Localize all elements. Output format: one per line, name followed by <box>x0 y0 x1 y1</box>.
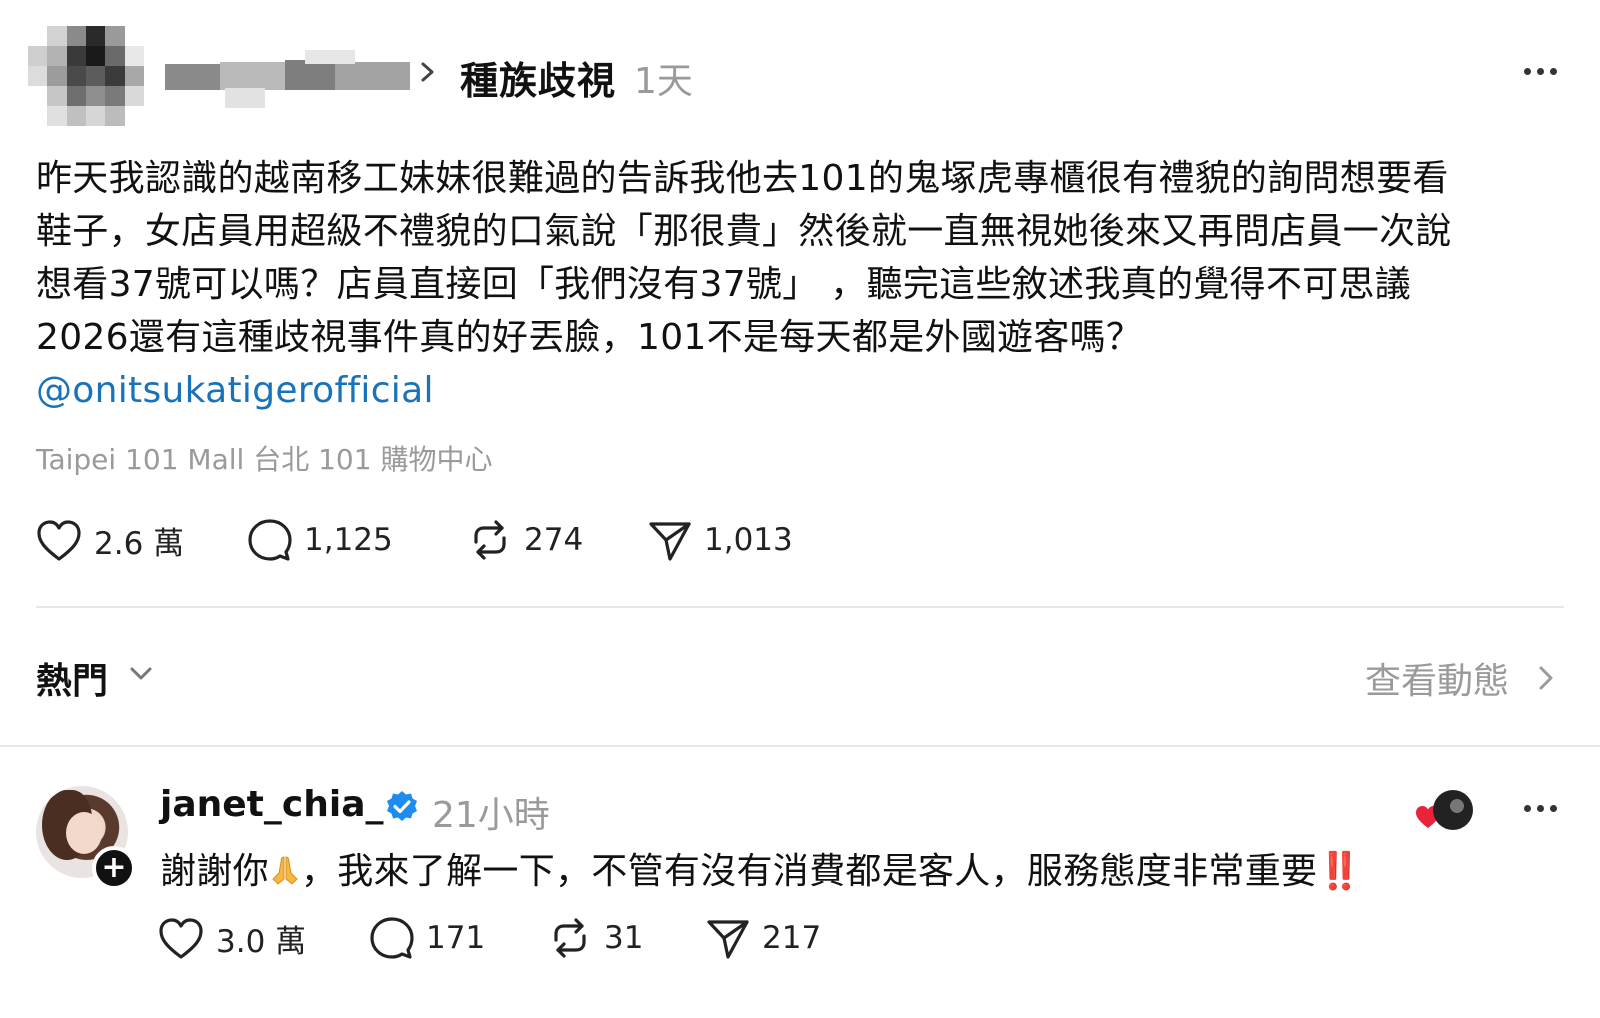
post-body-line: 想看37號可以嗎？店員直接回「我們沒有37號」 ，聽完這些敘述我真的覺得不可思議 <box>36 264 1412 305</box>
repost-icon <box>474 520 506 560</box>
username-blurred[interactable] <box>165 50 410 110</box>
share-count: 1,013 <box>704 522 793 558</box>
comment-button[interactable]: 1,125 <box>248 518 393 562</box>
more-icon[interactable] <box>1519 792 1561 824</box>
reply-text: 謝謝你 ，我來了解一下，不管有沒有消費都是客人，服務態度非常重要‼️ <box>160 842 1362 894</box>
share-button[interactable]: 217 <box>706 916 821 960</box>
comment-icon <box>248 519 292 561</box>
comment-button[interactable]: 171 <box>370 916 485 960</box>
divider <box>0 745 1600 747</box>
comment-icon <box>370 917 414 959</box>
repost-button[interactable]: 31 <box>548 916 643 960</box>
repost-button[interactable]: 274 <box>468 518 583 562</box>
avatar-blurred[interactable] <box>28 26 144 126</box>
like-button[interactable]: 2.6 萬 <box>36 518 184 563</box>
heart-icon <box>37 519 81 561</box>
mention-link[interactable]: @onitsukatigerofficial <box>36 364 1556 417</box>
follow-plus-icon[interactable]: + <box>92 846 136 890</box>
post-body-line: 昨天我認識的越南移工妹妹很難過的告訴我他去101的鬼塚虎專櫃很有禮貌的詢問想要看 <box>36 158 1449 199</box>
post-body-line: 2026還有這種歧視事件真的好丟臉，101不是每天都是外國遊客嗎？ <box>36 317 1143 358</box>
repost-count: 31 <box>604 920 644 956</box>
repost-icon <box>554 918 586 958</box>
like-count: 2.6 萬 <box>94 526 185 562</box>
reply-username[interactable]: janet_chia_ <box>160 784 384 825</box>
share-icon <box>649 522 691 561</box>
reply-time: 21小時 <box>432 795 550 836</box>
chevron-right-icon <box>421 62 434 82</box>
verified-icon <box>387 791 417 821</box>
sort-dropdown[interactable]: 熱門 <box>36 652 108 704</box>
comment-count: 1,125 <box>304 522 393 558</box>
post-time: 1天 <box>634 61 693 102</box>
post-body: 昨天我認識的越南移工妹妹很難過的告訴我他去101的鬼塚虎專櫃很有禮貌的詢問想要看… <box>36 152 1556 417</box>
share-icon <box>707 920 749 959</box>
double-exclamation-emoji: ‼️ <box>1317 851 1363 892</box>
repost-count: 274 <box>524 522 584 558</box>
location-tag[interactable]: Taipei 101 Mall 台北 101 購物中心 <box>36 438 492 478</box>
more-icon[interactable] <box>1519 55 1561 87</box>
comment-count: 171 <box>426 920 486 956</box>
reply-text-part: 謝謝你 <box>160 851 269 892</box>
chevron-down-icon[interactable] <box>128 664 154 682</box>
divider <box>36 606 1564 608</box>
topic-tag[interactable]: 種族歧視 <box>460 50 616 105</box>
heart-icon <box>159 917 203 959</box>
folded-hands-icon <box>272 856 298 885</box>
view-activity-link[interactable]: 查看動態 <box>1365 652 1509 704</box>
post-body-line: 鞋子，女店員用超級不禮貌的口氣說「那很貴」然後就一直無視她後來又再問店員一次說 <box>36 211 1452 252</box>
reply-text-part: ，我來了解一下，不管有沒有消費都是客人，服務態度非常重要 <box>300 851 1318 892</box>
chevron-right-icon[interactable] <box>1536 662 1556 694</box>
like-button[interactable]: 3.0 萬 <box>158 916 306 961</box>
like-count: 3.0 萬 <box>216 924 307 960</box>
share-count: 217 <box>762 920 822 956</box>
creator-avatar <box>1433 790 1473 830</box>
share-button[interactable]: 1,013 <box>648 518 793 562</box>
